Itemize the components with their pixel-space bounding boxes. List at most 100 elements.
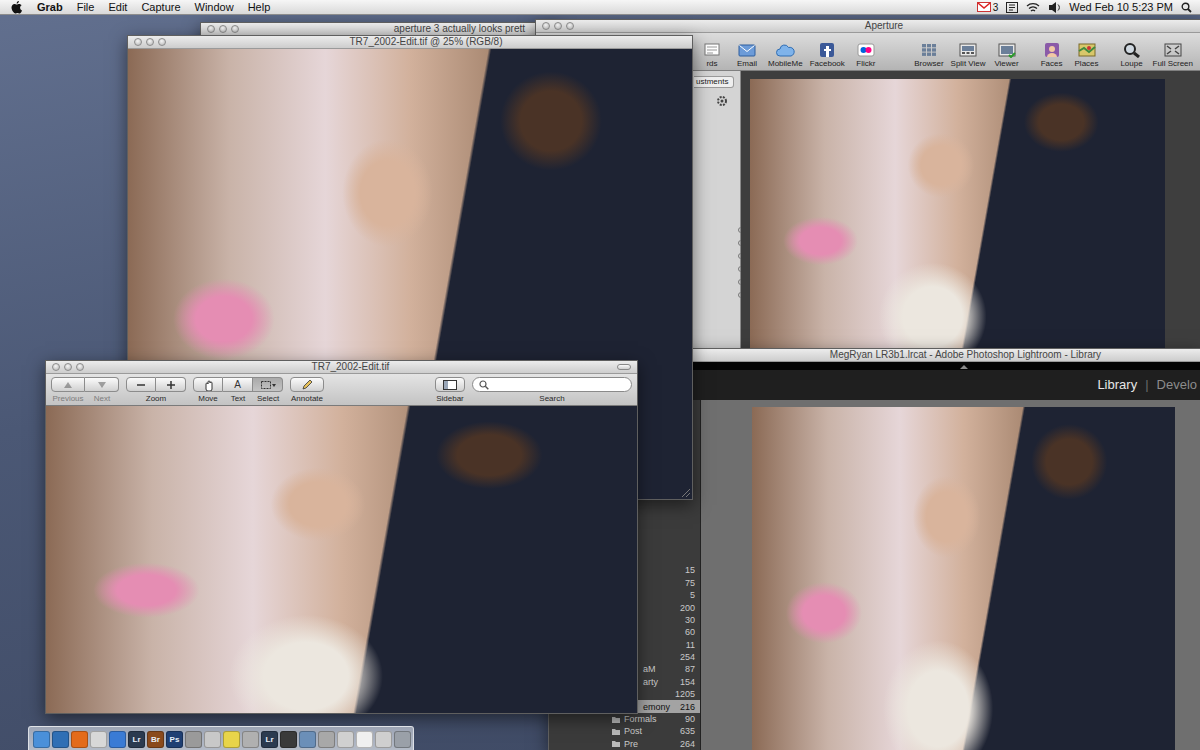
toolbar-label: Annotate <box>290 394 324 403</box>
dock-item[interactable] <box>356 731 373 748</box>
title-bar[interactable]: TR7_2002-Edit.tif <box>46 361 637 374</box>
photo <box>46 406 637 713</box>
app-menu[interactable]: Grab <box>37 1 63 14</box>
folder-count: 11 <box>686 639 695 651</box>
dock-item[interactable] <box>52 731 69 748</box>
folder-count: 87 <box>685 663 695 675</box>
menu-item[interactable]: Window <box>195 1 234 14</box>
toolbar-button[interactable]: Split View <box>949 42 988 68</box>
dock-item[interactable] <box>318 731 335 748</box>
annotate-button[interactable] <box>290 377 324 392</box>
menu-item[interactable]: Capture <box>141 1 180 14</box>
search-field[interactable] <box>492 379 625 391</box>
triangle-icon[interactable] <box>960 364 968 369</box>
zoom-out-button[interactable] <box>126 377 156 392</box>
module-tab[interactable]: Library <box>1097 377 1137 393</box>
desktop: Grab File Edit Capture Window Help 3 Wed Feb 10… <box>0 0 1200 750</box>
toolbar-button[interactable]: Email <box>731 42 763 68</box>
nav-button[interactable] <box>51 377 85 392</box>
mail-status[interactable]: 3 <box>977 1 999 14</box>
input-menu-icon[interactable] <box>1006 2 1018 13</box>
folder-name: arty <box>643 676 658 688</box>
minimize-button[interactable] <box>219 25 227 33</box>
toolbar-button[interactable]: Viewer <box>991 42 1023 68</box>
toolbar-button[interactable]: Flickr <box>850 42 882 68</box>
gear-icon[interactable] <box>716 95 728 107</box>
tool-button[interactable]: A <box>223 377 253 392</box>
dock-item-label: Lr <box>266 736 274 744</box>
toolbar-button[interactable]: Places <box>1071 42 1103 68</box>
minimize-button[interactable] <box>554 22 562 30</box>
toolbar-label: Previous <box>51 394 85 403</box>
dock-item[interactable] <box>71 731 88 748</box>
tool-button[interactable] <box>193 377 223 392</box>
title-bar[interactable]: TR7_2002-Edit.tif @ 25% (RGB/8) <box>128 36 692 49</box>
zoom-button[interactable] <box>566 22 574 30</box>
folder-row[interactable]: Formals90 <box>549 713 700 725</box>
minimize-button[interactable] <box>64 363 72 371</box>
folder-row[interactable]: Post635 <box>549 725 700 737</box>
dock-item[interactable] <box>90 731 107 748</box>
zoom-button[interactable] <box>158 38 166 46</box>
dock-item[interactable] <box>337 731 354 748</box>
window-title: TR7_2002-Edit.tif @ 25% (RGB/8) <box>166 36 686 48</box>
apple-icon[interactable] <box>10 0 23 15</box>
cloud-icon <box>775 42 795 58</box>
adjustments-tab[interactable]: ustments <box>694 76 734 88</box>
toolbar-group: BrowserSplit ViewViewer FacesPlaces LoupeF… <box>912 42 1195 68</box>
folder-count: 154 <box>680 676 695 688</box>
spotlight-icon[interactable] <box>1181 2 1192 13</box>
toolbar-button[interactable]: Faces <box>1036 42 1068 68</box>
menu-bar: Grab File Edit Capture Window Help 3 Wed Feb 10… <box>0 0 1200 15</box>
toolbar-button[interactable]: Loupe <box>1116 42 1148 68</box>
dock-item[interactable] <box>299 731 316 748</box>
close-button[interactable] <box>207 25 215 33</box>
volume-icon[interactable] <box>1048 1 1061 14</box>
dock-item[interactable]: Lr <box>261 731 278 748</box>
toolbar-button-label: Facebook <box>810 59 845 68</box>
toolbar-toggle-button[interactable] <box>617 364 631 370</box>
clock[interactable]: Wed Feb 10 5:23 PM <box>1069 1 1173 14</box>
toolbar-button[interactable]: Full Screen <box>1151 42 1195 68</box>
toolbar-button[interactable]: Browser <box>912 42 945 68</box>
dock-item[interactable] <box>204 731 221 748</box>
toolbar-button[interactable]: MobileMe <box>766 42 805 68</box>
tool-button[interactable] <box>253 377 283 392</box>
toolbar-button[interactable]: Facebook <box>808 42 847 68</box>
folder-row[interactable]: Pre264 <box>549 738 700 750</box>
dock-item[interactable] <box>33 731 50 748</box>
title-bar[interactable]: Aperture <box>536 20 1200 33</box>
zoom-button[interactable] <box>76 363 84 371</box>
resize-grip-icon[interactable] <box>679 486 691 498</box>
dock-item[interactable] <box>375 731 392 748</box>
dock-item[interactable] <box>223 731 240 748</box>
zoom-in-button[interactable] <box>156 377 186 392</box>
close-button[interactable] <box>542 22 550 30</box>
navigation-group: PreviousNext <box>51 377 119 403</box>
dock-item[interactable] <box>242 731 259 748</box>
dock-item[interactable]: Ps <box>166 731 183 748</box>
dock-item[interactable]: Lr <box>128 731 145 748</box>
dock-item[interactable]: Br <box>147 731 164 748</box>
dock-item[interactable] <box>109 731 126 748</box>
menu-item[interactable]: File <box>77 1 95 14</box>
zoom-button[interactable] <box>231 25 239 33</box>
minimize-button[interactable] <box>146 38 154 46</box>
sidebar-icon <box>442 379 458 391</box>
dock-item-label: Ps <box>170 736 180 744</box>
dock-item[interactable] <box>185 731 202 748</box>
window-controls <box>542 22 574 30</box>
dock-item[interactable] <box>394 731 411 748</box>
wifi-icon[interactable] <box>1026 2 1040 13</box>
menu-item[interactable]: Help <box>248 1 271 14</box>
sidebar-button[interactable] <box>435 377 465 392</box>
menu-item[interactable]: Edit <box>108 1 127 14</box>
close-button[interactable] <box>134 38 142 46</box>
folder-name: Formals <box>624 713 657 725</box>
nav-button[interactable] <box>85 377 119 392</box>
dock-item[interactable] <box>280 731 297 748</box>
close-button[interactable] <box>52 363 60 371</box>
window-title: Aperture <box>574 20 1194 32</box>
module-tab[interactable]: Develo <box>1157 377 1197 393</box>
toolbar-button[interactable]: rds <box>696 42 728 68</box>
